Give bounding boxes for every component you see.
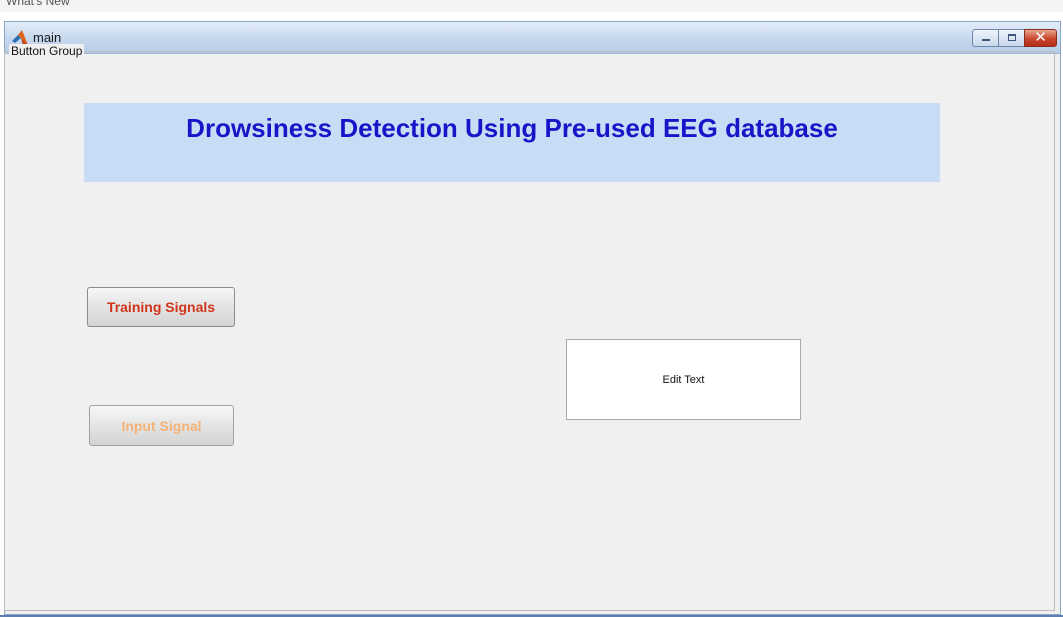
training-signals-button[interactable]: Training Signals (87, 287, 235, 327)
title-bar[interactable]: main ✕ (5, 22, 1060, 54)
button-group-title: Button Group (9, 44, 85, 58)
input-signal-button[interactable]: Input Signal (89, 405, 234, 446)
whats-new-label[interactable]: What's New (6, 0, 70, 8)
minimize-icon (982, 39, 990, 41)
edit-text-value: Edit Text (662, 373, 705, 386)
edit-text-field[interactable]: Edit Text (566, 339, 801, 420)
maximize-icon (1008, 34, 1016, 41)
app-title: Drowsiness Detection Using Pre-used EEG … (186, 113, 838, 143)
header-panel: Drowsiness Detection Using Pre-used EEG … (84, 103, 940, 182)
minimize-button[interactable] (972, 29, 999, 47)
close-icon: ✕ (1034, 28, 1047, 46)
top-strip: What's New (0, 0, 1063, 12)
window-controls: ✕ (972, 28, 1057, 47)
window-title: main (33, 30, 62, 45)
close-button[interactable]: ✕ (1024, 28, 1057, 47)
maximize-button[interactable] (998, 29, 1025, 47)
